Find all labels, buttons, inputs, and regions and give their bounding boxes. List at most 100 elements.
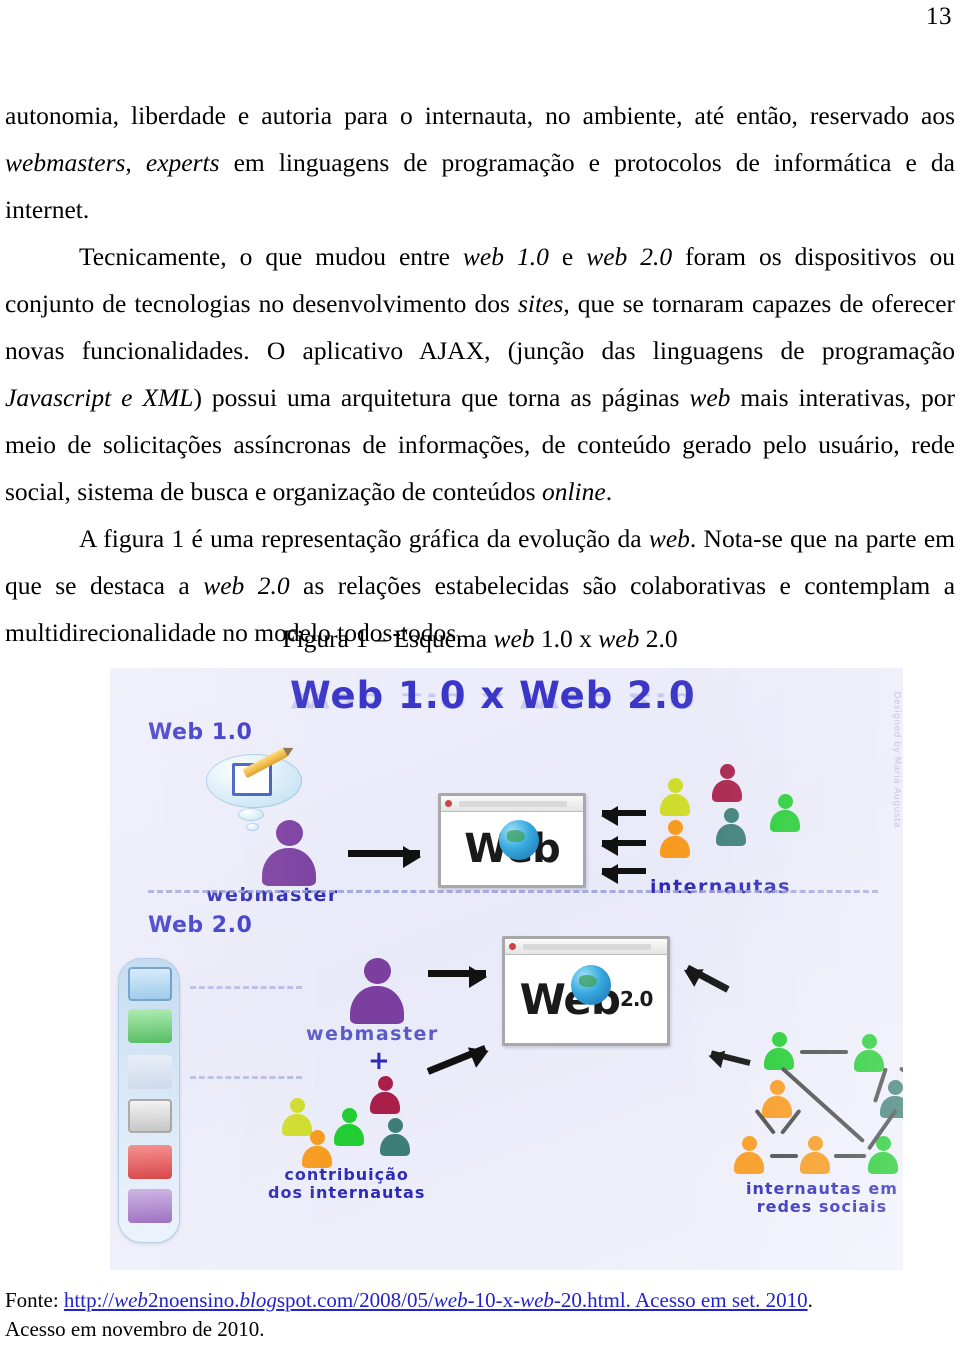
figure-caption-web-b: web bbox=[598, 624, 640, 653]
source-url-part-2: web bbox=[114, 1288, 148, 1312]
person-head bbox=[742, 1136, 757, 1151]
arrow-head bbox=[706, 1047, 726, 1069]
arrow-webmaster-to-browser-web20 bbox=[428, 966, 487, 988]
browser-screen: Web bbox=[441, 812, 583, 885]
text-run-1-2: webmasters bbox=[5, 148, 126, 177]
figure-label-redes-line2: redes sociais bbox=[756, 1197, 888, 1216]
person-body bbox=[262, 848, 316, 886]
text-run-2-9: ) possui uma arquitetura que torna as pá… bbox=[193, 383, 690, 412]
figure-label-contribuicao-line2: dos internautas bbox=[268, 1183, 426, 1202]
arrow-internauta-1 bbox=[601, 806, 646, 826]
person-body bbox=[770, 810, 800, 832]
arrow-internauta-2 bbox=[601, 836, 646, 856]
source-url-link[interactable]: http://web2noensino.blogspot.com/2008/05… bbox=[64, 1288, 808, 1312]
figure-section-label-web20: Web 2.0 bbox=[148, 913, 253, 938]
text-run-3-4: web 2.0 bbox=[203, 571, 290, 600]
plus-sign: + bbox=[368, 1046, 390, 1076]
contributor-person-crimson bbox=[368, 1076, 402, 1114]
figure-section-label-web10: Web 1.0 bbox=[148, 720, 253, 745]
browser-control-dot bbox=[509, 943, 516, 950]
person-head bbox=[668, 778, 683, 793]
person-body bbox=[334, 1124, 364, 1146]
person-head bbox=[342, 1108, 357, 1123]
arrow-internauta-3 bbox=[601, 864, 646, 884]
text-run-2-2: web 1.0 bbox=[462, 242, 549, 271]
source-tail: . bbox=[807, 1288, 813, 1312]
person-body bbox=[762, 1096, 792, 1118]
text-run-2-1: Tecnicamente, o que mudou entre bbox=[79, 242, 463, 271]
text-run-1-4: experts bbox=[145, 148, 220, 177]
network-person-orange-3 bbox=[798, 1136, 832, 1174]
figure-caption-web-a: web bbox=[493, 624, 535, 653]
text-run-2-13: . bbox=[605, 477, 613, 506]
person-head bbox=[778, 794, 793, 809]
person-head bbox=[862, 1034, 877, 1049]
internauta-person-crimson bbox=[710, 764, 744, 802]
figure-caption-mid-b: 2.0 bbox=[639, 624, 678, 653]
figure-watermark: Designed by Maria Augusta bbox=[891, 691, 901, 828]
network-link-3 bbox=[834, 1154, 866, 1158]
figure-source: Fonte: http://web2noensino.blogspot.com/… bbox=[5, 1286, 955, 1344]
person-head bbox=[668, 820, 683, 835]
person-head bbox=[808, 1136, 823, 1151]
person-head bbox=[290, 1098, 305, 1113]
network-link-2 bbox=[770, 1154, 798, 1158]
person-body bbox=[660, 794, 690, 816]
person-body bbox=[734, 1152, 764, 1174]
globe-icon bbox=[499, 820, 539, 860]
person-body bbox=[380, 1134, 410, 1156]
person-head bbox=[724, 808, 739, 823]
source-url-part-5: spot.com/2008/05/ bbox=[276, 1288, 434, 1312]
contributor-person-orange bbox=[300, 1130, 334, 1168]
person-body bbox=[800, 1152, 830, 1174]
source-url-part-4: blog bbox=[239, 1288, 277, 1312]
arrow-network-to-browser-2 bbox=[706, 1047, 751, 1069]
browser-chrome bbox=[441, 796, 583, 812]
internauta-person-teal bbox=[714, 808, 748, 846]
tools-toolbar bbox=[118, 958, 180, 1243]
person-body bbox=[370, 1092, 400, 1114]
person-body bbox=[660, 836, 690, 858]
person-head bbox=[388, 1118, 403, 1133]
webmaster-person-icon bbox=[260, 820, 318, 886]
text-run-2-8: Javascript e XML bbox=[5, 383, 194, 412]
thought-bubble-dot-small bbox=[246, 823, 259, 831]
arrow-head bbox=[679, 961, 704, 987]
arrow-webmaster-to-browser bbox=[348, 846, 421, 868]
figure-caption-prefix: Figura 1 – Esquema bbox=[282, 624, 494, 653]
arrow-head bbox=[467, 1040, 493, 1068]
internauta-person-orange bbox=[658, 820, 692, 858]
figure-label-webmaster-web20: webmaster bbox=[306, 1023, 439, 1045]
thought-bubble-icon bbox=[206, 747, 302, 808]
arrow-contribution-to-browser bbox=[426, 1040, 493, 1075]
figure-title-reflection: Web 1.0 x Web 2.0 bbox=[290, 688, 696, 712]
source-url-part-6: web bbox=[433, 1288, 468, 1312]
section-divider bbox=[148, 890, 878, 893]
network-person-green-2 bbox=[852, 1034, 886, 1072]
text-run-2-12: online bbox=[541, 477, 606, 506]
tool-icon-podcast bbox=[128, 1189, 172, 1223]
figure-label-redes-sociais: internautas em redes sociais bbox=[746, 1180, 898, 1216]
person-body bbox=[764, 1048, 794, 1070]
network-person-orange-1 bbox=[760, 1080, 794, 1118]
person-body bbox=[716, 824, 746, 846]
source-label: Fonte: bbox=[5, 1288, 64, 1312]
figure-label-contribuicao: contribuição dos internautas bbox=[268, 1166, 425, 1202]
person-head bbox=[772, 1032, 787, 1047]
webmaster-person-icon-web20 bbox=[348, 958, 406, 1024]
source-access-line: Acesso em novembro de 2010. bbox=[5, 1317, 265, 1341]
paragraph-2: Tecnicamente, o que mudou entre web 1.0 … bbox=[5, 233, 955, 515]
contributor-person-green bbox=[332, 1108, 366, 1146]
dashed-connector-top bbox=[190, 986, 302, 989]
figure-label-redes-line1: internautas em bbox=[746, 1179, 898, 1198]
figure-caption: Figura 1 – Esquema web 1.0 x web 2.0 bbox=[0, 622, 960, 656]
figure-label-internautas: internautas bbox=[650, 876, 791, 898]
person-head bbox=[770, 1080, 785, 1095]
browser-window-web10: Web bbox=[438, 793, 586, 888]
network-person-orange-2 bbox=[732, 1136, 766, 1174]
page-number: 13 bbox=[926, 3, 952, 30]
person-head bbox=[888, 1080, 903, 1095]
person-head bbox=[364, 958, 391, 984]
tool-icon-blog bbox=[128, 967, 172, 1001]
person-head bbox=[276, 820, 303, 846]
